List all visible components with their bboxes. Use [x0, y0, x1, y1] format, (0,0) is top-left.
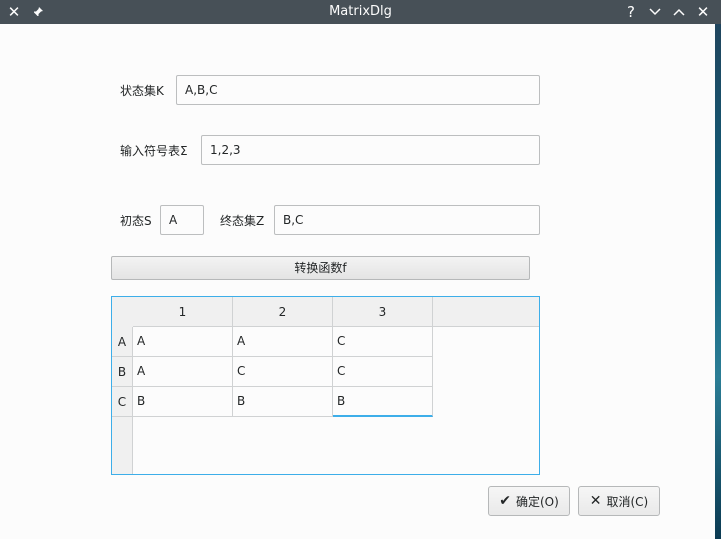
table-cell-c-3[interactable]: B	[333, 387, 433, 417]
column-header-3[interactable]: 3	[333, 297, 433, 327]
initial-state-field[interactable]: A	[160, 205, 204, 235]
table-cell-b-1[interactable]: A	[133, 357, 233, 387]
ok-button-label: 确定(O)	[515, 494, 559, 509]
alphabet-field[interactable]: 1,2,3	[201, 135, 540, 165]
title-bar: ✕ MatrixDlg ? ✕	[0, 0, 721, 24]
row-header-a[interactable]: A	[112, 327, 133, 357]
matrix-dialog: ✕ MatrixDlg ? ✕ 状态集K A,B,C 输入符号表Σ 1,2,3 …	[0, 0, 721, 539]
transform-function-button[interactable]: 转换函数f	[111, 256, 530, 280]
window-title: MatrixDlg	[329, 4, 392, 19]
table-cell-a-2[interactable]: A	[233, 327, 333, 357]
row-header-b[interactable]: B	[112, 357, 133, 387]
ok-button[interactable]: ✔ 确定(O)	[488, 486, 570, 516]
cancel-button[interactable]: ✕ 取消(C)	[578, 486, 660, 516]
table-cell-a-3[interactable]: C	[333, 327, 433, 357]
row-header-c[interactable]: C	[112, 387, 133, 417]
table-cell-b-2[interactable]: C	[233, 357, 333, 387]
row-header-empty	[112, 417, 133, 474]
table-corner[interactable]	[112, 297, 133, 327]
close-window-icon[interactable]: ✕	[692, 0, 714, 24]
maximize-icon[interactable]	[668, 0, 690, 24]
table-cell-c-2[interactable]: B	[233, 387, 333, 417]
column-header-empty	[433, 297, 539, 327]
final-set-label: 终态集Z	[220, 214, 265, 228]
desktop-background	[715, 0, 721, 539]
table-cell-b-3[interactable]: C	[333, 357, 433, 387]
transition-table: 1 2 3 A B C A A C A C C B B B	[111, 296, 540, 475]
checkmark-icon: ✔	[499, 493, 511, 509]
cancel-x-icon: ✕	[589, 493, 602, 509]
minimize-icon[interactable]	[644, 0, 666, 24]
column-header-2[interactable]: 2	[233, 297, 333, 327]
state-set-label: 状态集K	[120, 84, 164, 98]
help-icon[interactable]: ?	[620, 0, 642, 24]
final-set-field[interactable]: B,C	[274, 205, 540, 235]
alphabet-label: 输入符号表Σ	[120, 144, 188, 158]
initial-state-label: 初态S	[120, 214, 152, 228]
table-cell-a-1[interactable]: A	[133, 327, 233, 357]
column-header-1[interactable]: 1	[133, 297, 233, 327]
state-set-field[interactable]: A,B,C	[176, 75, 540, 105]
table-cell-c-1[interactable]: B	[133, 387, 233, 417]
cancel-button-label: 取消(C)	[606, 494, 649, 509]
